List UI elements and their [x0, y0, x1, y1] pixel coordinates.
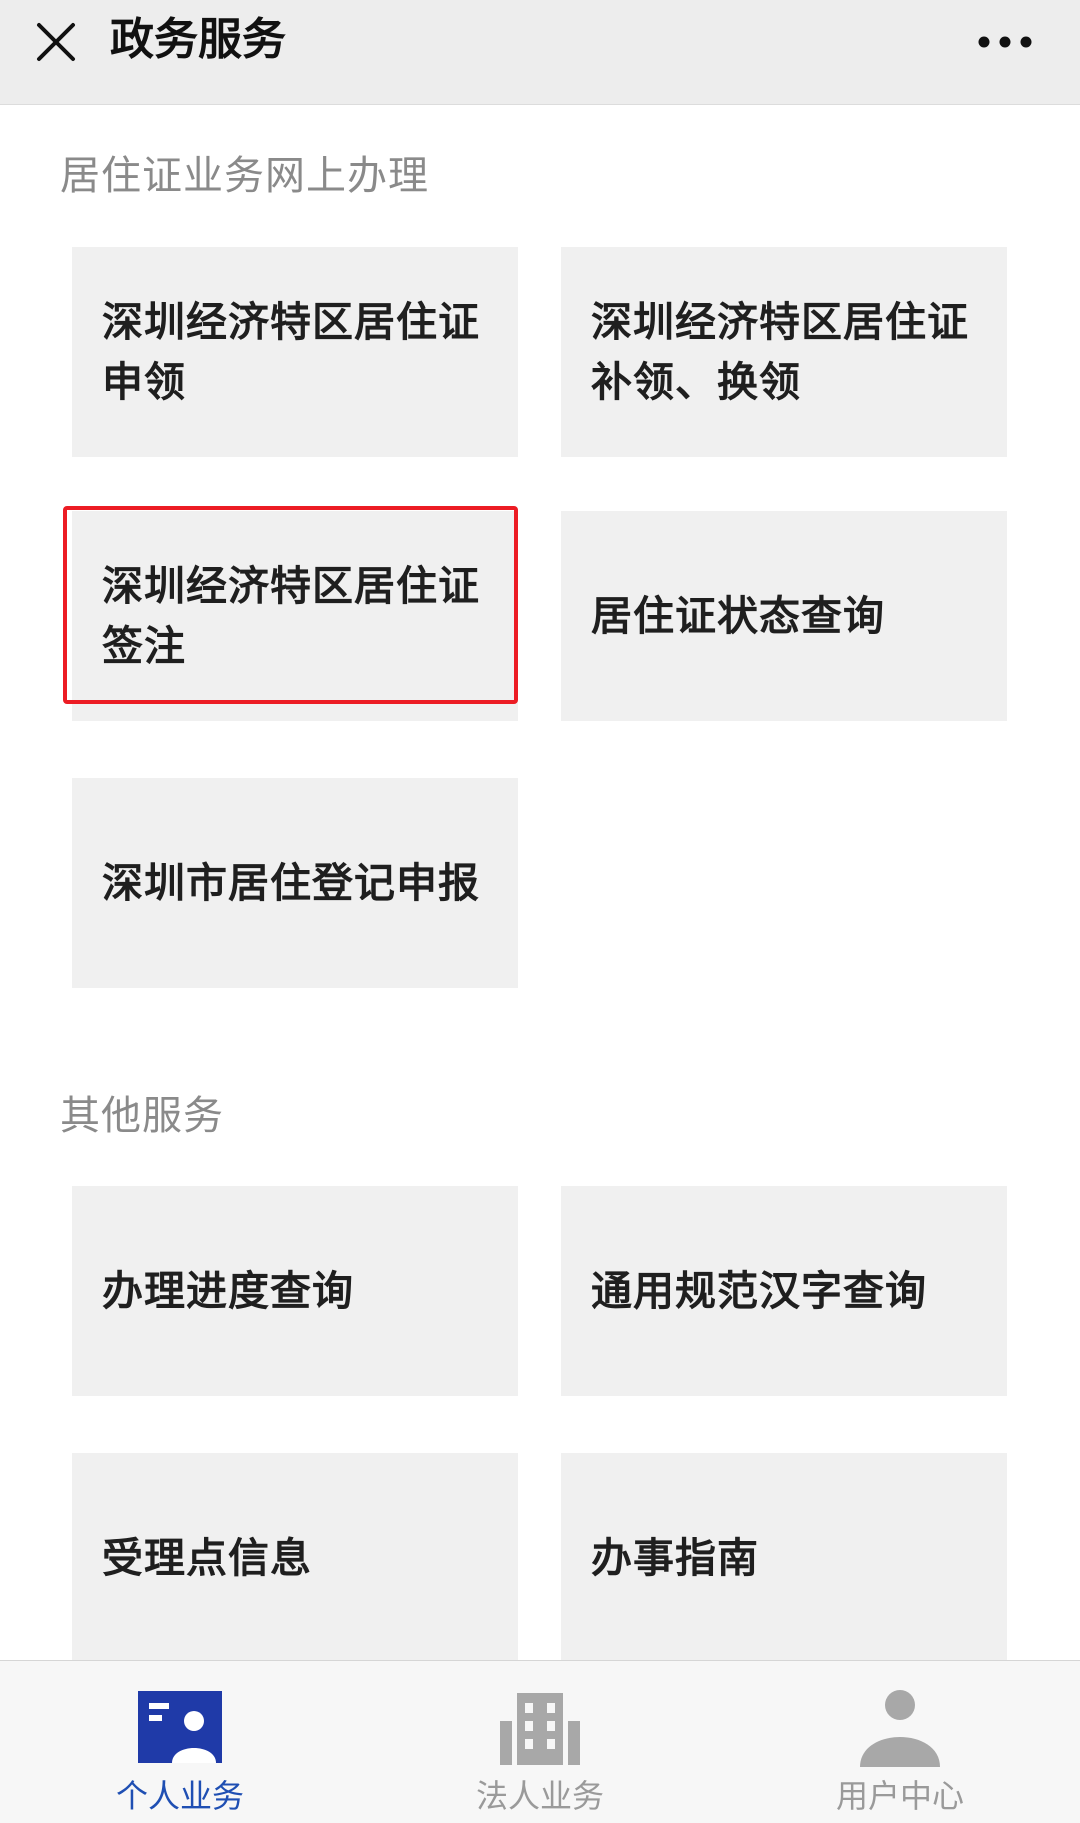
service-tile-service-guide[interactable]: 办事指南: [561, 1453, 1007, 1663]
close-button[interactable]: [28, 14, 84, 70]
service-tile-chinese-character-query[interactable]: 通用规范汉字查询: [561, 1186, 1007, 1396]
building-icon: [500, 1693, 580, 1765]
tile-label: 受理点信息: [102, 1534, 312, 1582]
tile-label: 居住证状态查询: [591, 592, 885, 640]
section-title-residence-permit: 居住证业务网上办理: [60, 153, 429, 199]
tab-user-center[interactable]: 用户中心: [720, 1661, 1080, 1823]
service-tile-permit-status-query[interactable]: 居住证状态查询: [561, 511, 1007, 721]
service-tile-acceptance-point-info[interactable]: 受理点信息: [72, 1453, 518, 1663]
tab-label: 法人业务: [475, 1777, 604, 1815]
tile-label: 办事指南: [591, 1534, 759, 1582]
section-title-other-services: 其他服务: [60, 1093, 224, 1139]
tile-label: 深圳市居住登记申报: [102, 859, 480, 907]
tile-label: 深圳经济特区居住证补领、换领: [591, 298, 969, 406]
service-tile-residence-registration[interactable]: 深圳市居住登记申报: [72, 778, 518, 988]
service-tile-permit-endorsement[interactable]: 深圳经济特区居住证签注: [72, 511, 518, 721]
tile-label: 通用规范汉字查询: [591, 1267, 927, 1315]
service-tile-progress-query[interactable]: 办理进度查询: [72, 1186, 518, 1396]
tab-label: 个人业务: [115, 1777, 244, 1815]
page-title: 政务服务: [110, 14, 286, 65]
more-dots-icon: [978, 36, 1032, 48]
more-button[interactable]: [970, 14, 1040, 70]
close-icon: [37, 23, 75, 61]
tab-corporate-business[interactable]: 法人业务: [360, 1661, 720, 1823]
user-icon: [860, 1690, 940, 1767]
tile-label: 办理进度查询: [102, 1267, 354, 1315]
service-tile-apply-permit[interactable]: 深圳经济特区居住证申领: [72, 247, 518, 457]
tab-label: 用户中心: [835, 1777, 964, 1815]
bottom-tab-bar: 个人业务 法人业务 用户中心: [0, 1660, 1080, 1823]
tile-label: 深圳经济特区居住证签注: [102, 562, 480, 670]
top-bar: 政务服务: [0, 0, 1080, 105]
tab-personal-business[interactable]: 个人业务: [0, 1661, 360, 1823]
service-tile-reissue-permit[interactable]: 深圳经济特区居住证补领、换领: [561, 247, 1007, 457]
person-card-icon: [138, 1691, 222, 1763]
tile-label: 深圳经济特区居住证申领: [102, 298, 480, 406]
